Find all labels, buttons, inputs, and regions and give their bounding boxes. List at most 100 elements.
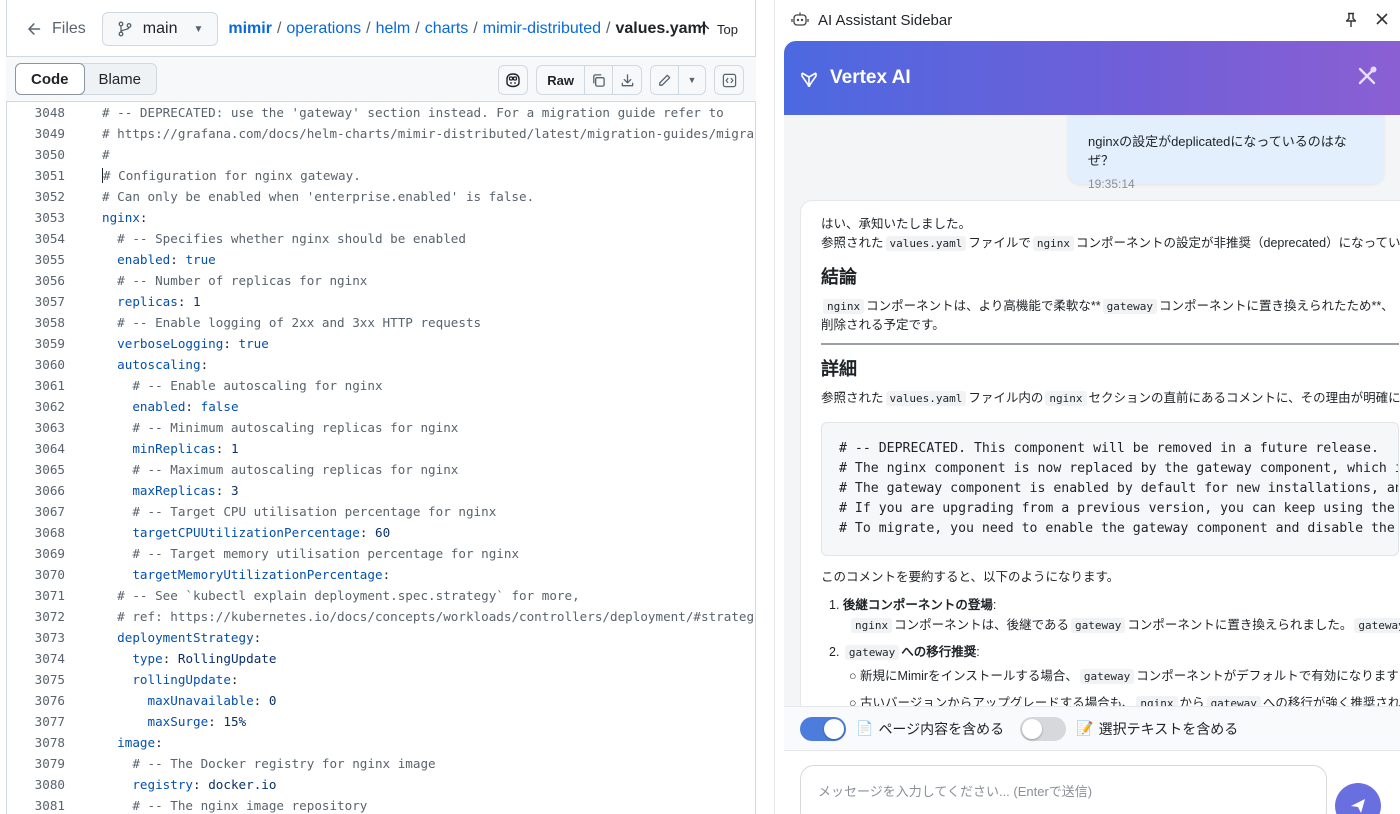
code-line[interactable]: 3074 type: RollingUpdate bbox=[6, 648, 756, 669]
code-line[interactable]: 3049 # https://grafana.com/docs/helm-char… bbox=[6, 123, 756, 144]
line-number[interactable]: 3057 bbox=[6, 294, 65, 309]
breadcrumb-link-mimir-distributed[interactable]: mimir-distributed bbox=[483, 20, 601, 38]
line-number[interactable]: 3067 bbox=[6, 504, 65, 519]
line-number[interactable]: 3081 bbox=[6, 798, 65, 813]
line-number[interactable]: 3062 bbox=[6, 399, 65, 414]
code-line[interactable]: 3055 enabled: true bbox=[6, 249, 756, 270]
line-number[interactable]: 3048 bbox=[6, 105, 65, 120]
code-line[interactable]: 3078 image: bbox=[6, 732, 756, 753]
code-line[interactable]: 3066 maxReplicas: 3 bbox=[6, 480, 756, 501]
code-line[interactable]: 3072 # ref: https://kubernetes.io/docs/c… bbox=[6, 606, 756, 627]
line-number[interactable]: 3065 bbox=[6, 462, 65, 477]
line-content: # -- Maximum autoscaling replicas for ng… bbox=[132, 462, 459, 477]
line-number[interactable]: 3071 bbox=[6, 588, 65, 603]
include-selection-toggle[interactable] bbox=[1020, 716, 1067, 741]
arrow-up-icon bbox=[698, 23, 710, 35]
close-icon[interactable] bbox=[1374, 11, 1390, 31]
code-line[interactable]: 3080 registry: docker.io bbox=[6, 774, 756, 795]
code-line[interactable]: 3048 # -- DEPRECATED: use the 'gateway' s… bbox=[6, 102, 756, 123]
code-line[interactable]: 3069 # -- Target memory utilisation perc… bbox=[6, 543, 756, 564]
line-number[interactable]: 3050 bbox=[6, 147, 65, 162]
line-number[interactable]: 3054 bbox=[6, 231, 65, 246]
edit-button[interactable] bbox=[651, 66, 679, 94]
code-line[interactable]: 3062 enabled: false bbox=[6, 396, 756, 417]
code-line[interactable]: 3051 # Configuration for nginx gateway. bbox=[6, 165, 756, 186]
line-number[interactable]: 3066 bbox=[6, 483, 65, 498]
code-line[interactable]: 3053 nginx: bbox=[6, 207, 756, 228]
line-number[interactable]: 3056 bbox=[6, 273, 65, 288]
line-number[interactable]: 3073 bbox=[6, 630, 65, 645]
chat-log[interactable]: nginxの設定がdeplicatedになっているのはなぜ？ 19:35:14 … bbox=[784, 115, 1400, 706]
code-line[interactable]: 3065 # -- Maximum autoscaling replicas f… bbox=[6, 459, 756, 480]
line-number[interactable]: 3055 bbox=[6, 252, 65, 267]
line-number[interactable]: 3074 bbox=[6, 651, 65, 666]
scroll-top-button[interactable]: Top bbox=[697, 12, 738, 46]
breadcrumb-link-helm[interactable]: helm bbox=[376, 20, 411, 38]
breadcrumb-link-charts[interactable]: charts bbox=[425, 20, 469, 38]
code-line[interactable]: 3064 minReplicas: 1 bbox=[6, 438, 756, 459]
line-number[interactable]: 3058 bbox=[6, 315, 65, 330]
copy-button[interactable] bbox=[585, 66, 613, 94]
tools-icon[interactable] bbox=[1356, 65, 1378, 87]
code-line[interactable]: 3050 # bbox=[6, 144, 756, 165]
line-number[interactable]: 3064 bbox=[6, 441, 65, 456]
line-number[interactable]: 3080 bbox=[6, 777, 65, 792]
code-line[interactable]: 3060 autoscaling: bbox=[6, 354, 756, 375]
line-number[interactable]: 3049 bbox=[6, 126, 65, 141]
code-square-icon bbox=[722, 73, 736, 87]
line-number[interactable]: 3061 bbox=[6, 378, 65, 393]
code-line[interactable]: 3067 # -- Target CPU utilisation percent… bbox=[6, 501, 756, 522]
line-number[interactable]: 3077 bbox=[6, 714, 65, 729]
line-number[interactable]: 3060 bbox=[6, 357, 65, 372]
breadcrumb-repo-link[interactable]: mimir bbox=[228, 20, 272, 38]
line-number[interactable]: 3079 bbox=[6, 756, 65, 771]
code-line[interactable]: 3076 maxUnavailable: 0 bbox=[6, 690, 756, 711]
line-number[interactable]: 3072 bbox=[6, 609, 65, 624]
line-number[interactable]: 3070 bbox=[6, 567, 65, 582]
code-line[interactable]: 3052 # Can only be enabled when 'enterpri… bbox=[6, 186, 756, 207]
summary-list: 1. 後継コンポーネントの登場: nginx コンポーネントは、後継である gate… bbox=[829, 595, 1400, 663]
line-number[interactable]: 3063 bbox=[6, 420, 65, 435]
code-line[interactable]: 3059 verboseLogging: true bbox=[6, 333, 756, 354]
code-line[interactable]: 3063 # -- Minimum autoscaling replicas f… bbox=[6, 417, 756, 438]
code-line[interactable]: 3058 # -- Enable logging of 2xx and 3xx … bbox=[6, 312, 756, 333]
code-line[interactable]: 3068 targetCPUUtilizationPercentage: 60 bbox=[6, 522, 756, 543]
line-number[interactable]: 3078 bbox=[6, 735, 65, 750]
breadcrumb-link-operations[interactable]: operations bbox=[286, 20, 361, 38]
code-line[interactable]: 3073 deploymentStrategy: bbox=[6, 627, 756, 648]
copilot-button[interactable] bbox=[498, 65, 529, 95]
code-view-button[interactable]: Code bbox=[15, 63, 85, 95]
edit-dropdown-button[interactable]: ▼ bbox=[679, 66, 705, 94]
message-input[interactable]: メッセージを入力してください... (Enterで送信) bbox=[800, 765, 1327, 814]
blame-view-button[interactable]: Blame bbox=[84, 64, 157, 94]
code-line[interactable]: 3077 maxSurge: 15% bbox=[6, 711, 756, 732]
code-line[interactable]: 3056 # -- Number of replicas for nginx bbox=[6, 270, 756, 291]
pin-icon[interactable] bbox=[1344, 12, 1358, 32]
line-number[interactable]: 3051 bbox=[6, 168, 65, 183]
send-button[interactable] bbox=[1335, 783, 1381, 814]
code-line[interactable]: 3057 replicas: 1 bbox=[6, 291, 756, 312]
code-line[interactable]: 3071 # -- See `kubectl explain deploymen… bbox=[6, 585, 756, 606]
files-label: Files bbox=[52, 20, 86, 37]
download-button[interactable] bbox=[613, 66, 641, 94]
raw-button[interactable]: Raw bbox=[537, 66, 585, 94]
line-number[interactable]: 3069 bbox=[6, 546, 65, 561]
code-line[interactable]: 3061 # -- Enable autoscaling for nginx bbox=[6, 375, 756, 396]
code-line[interactable]: 3054 # -- Specifies whether nginx should… bbox=[6, 228, 756, 249]
line-number[interactable]: 3053 bbox=[6, 210, 65, 225]
code-line[interactable]: 3075 rollingUpdate: bbox=[6, 669, 756, 690]
code-line[interactable]: 3070 targetMemoryUtilizationPercentage: bbox=[6, 564, 756, 585]
back-to-files-button[interactable]: Files bbox=[20, 13, 92, 45]
include-page-toggle[interactable] bbox=[800, 716, 846, 741]
line-number[interactable]: 3076 bbox=[6, 693, 65, 708]
code-view[interactable]: 3048 # -- DEPRECATED: use the 'gateway' s… bbox=[6, 102, 756, 814]
code-line[interactable]: 3081 # -- The nginx image repository bbox=[6, 795, 756, 814]
branch-selector[interactable]: main ▼ bbox=[101, 12, 219, 46]
line-number[interactable]: 3075 bbox=[6, 672, 65, 687]
code-line[interactable]: 3079 # -- The Docker registry for nginx … bbox=[6, 753, 756, 774]
symbols-panel-button[interactable] bbox=[714, 65, 744, 95]
line-number[interactable]: 3059 bbox=[6, 336, 65, 351]
line-number[interactable]: 3052 bbox=[6, 189, 65, 204]
line-content: maxReplicas: 3 bbox=[132, 483, 239, 498]
line-number[interactable]: 3068 bbox=[6, 525, 65, 540]
